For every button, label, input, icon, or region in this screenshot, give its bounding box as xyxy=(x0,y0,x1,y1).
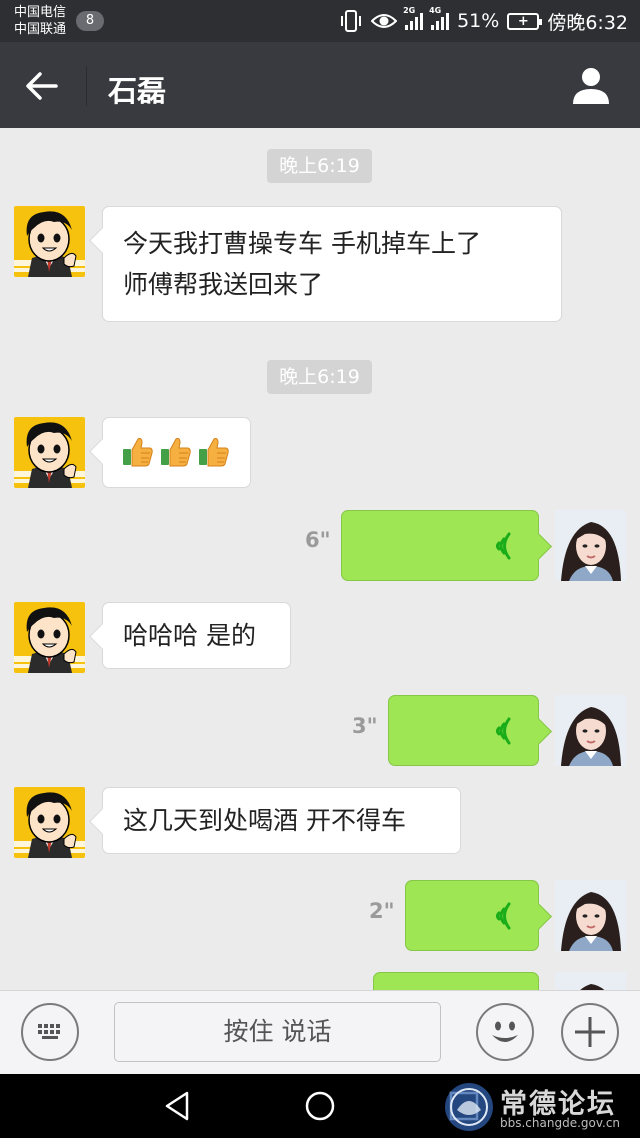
keyboard-icon xyxy=(38,1024,60,1039)
thumbs-up-icon xyxy=(198,438,229,467)
message-timestamp: 晚上6:19 xyxy=(267,360,372,394)
outgoing-voice-bubble[interactable] xyxy=(388,695,539,766)
voice-duration: 3" xyxy=(352,714,378,738)
nav-back-icon[interactable] xyxy=(159,1088,195,1124)
back-arrow-icon[interactable] xyxy=(20,64,64,108)
thumbs-up-icon xyxy=(122,438,153,467)
voice-wave-icon xyxy=(492,531,518,561)
message-line: 这几天到处喝酒 开不得车 xyxy=(123,806,406,835)
my-avatar[interactable] xyxy=(555,972,626,990)
message-line: 今天我打曹操专车 手机掉车上了 xyxy=(123,229,481,258)
system-nav-bar: 常德论坛 bbs.changde.gov.cn xyxy=(0,1074,640,1138)
message-list[interactable]: 晚上6:19 今天我打曹操专车 手机掉车上了 师傅帮我送回来了 晚上6:19 6… xyxy=(0,128,640,990)
keyboard-toggle-button[interactable] xyxy=(21,1003,79,1061)
smiley-icon xyxy=(492,1021,518,1042)
signal-1-label: 2G xyxy=(403,6,416,15)
emoji-button[interactable] xyxy=(476,1003,534,1061)
person-icon[interactable] xyxy=(570,64,612,106)
my-avatar[interactable] xyxy=(555,695,626,766)
battery-charging-icon: + xyxy=(507,12,543,30)
voice-wave-icon xyxy=(492,716,518,746)
message-line: 师傅帮我送回来了 xyxy=(123,270,324,299)
contact-avatar[interactable] xyxy=(14,787,85,858)
signal-2g-icon: 2G xyxy=(403,6,424,30)
battery-percent: 51% xyxy=(457,10,500,32)
status-bar: 中国电信 中国联通 8 2G 4G 51% + 傍晚6:32 xyxy=(0,0,640,42)
eye-icon xyxy=(371,14,398,28)
my-avatar[interactable] xyxy=(555,880,626,951)
status-time: 傍晚6:32 xyxy=(547,11,628,34)
header-divider xyxy=(86,66,87,106)
outgoing-voice-bubble[interactable] xyxy=(341,510,539,581)
thumbs-up-emoji-row xyxy=(122,438,229,467)
hold-to-talk-button[interactable]: 按住 说话 xyxy=(114,1002,441,1062)
contact-avatar[interactable] xyxy=(14,602,85,673)
watermark-url: bbs.changde.gov.cn xyxy=(500,1116,621,1130)
voice-duration: 2" xyxy=(369,899,395,923)
thumbs-up-icon xyxy=(160,438,191,467)
plus-icon xyxy=(575,1017,605,1047)
carrier-names: 中国电信 中国联通 xyxy=(14,4,66,38)
signal-2-label: 4G xyxy=(429,6,442,15)
incoming-text-bubble[interactable]: 这几天到处喝酒 开不得车 xyxy=(102,787,461,854)
incoming-text-bubble[interactable]: 哈哈哈 是的 xyxy=(102,602,291,669)
chat-header: 石磊 xyxy=(0,42,640,128)
incoming-text-bubble[interactable]: 今天我打曹操专车 手机掉车上了 师傅帮我送回来了 xyxy=(102,206,562,322)
status-icons: 2G 4G 51% + 傍晚6:32 xyxy=(339,6,628,34)
forum-watermark: 常德论坛 bbs.changde.gov.cn xyxy=(442,1080,632,1134)
incoming-emoji-bubble[interactable] xyxy=(102,417,251,488)
signal-4g-icon: 4G xyxy=(429,6,450,30)
contact-avatar[interactable] xyxy=(14,417,85,488)
message-timestamp: 晚上6:19 xyxy=(267,149,372,183)
notification-badge: 8 xyxy=(76,11,104,31)
contact-avatar[interactable] xyxy=(14,206,85,277)
vibrate-icon xyxy=(341,10,362,32)
more-options-button[interactable] xyxy=(561,1003,619,1061)
my-avatar[interactable] xyxy=(555,510,626,581)
outgoing-voice-bubble-partial[interactable] xyxy=(373,972,539,990)
voice-wave-icon xyxy=(492,901,518,931)
carrier-1: 中国电信 xyxy=(14,5,67,20)
nav-home-icon[interactable] xyxy=(302,1088,338,1124)
forum-seal-logo xyxy=(445,1083,493,1131)
outgoing-voice-bubble[interactable] xyxy=(405,880,539,951)
chat-title: 石磊 xyxy=(108,74,167,108)
input-bar: 按住 说话 xyxy=(0,990,640,1074)
voice-duration: 6" xyxy=(305,528,331,552)
carrier-2: 中国联通 xyxy=(14,22,67,37)
message-line: 哈哈哈 是的 xyxy=(123,621,256,650)
